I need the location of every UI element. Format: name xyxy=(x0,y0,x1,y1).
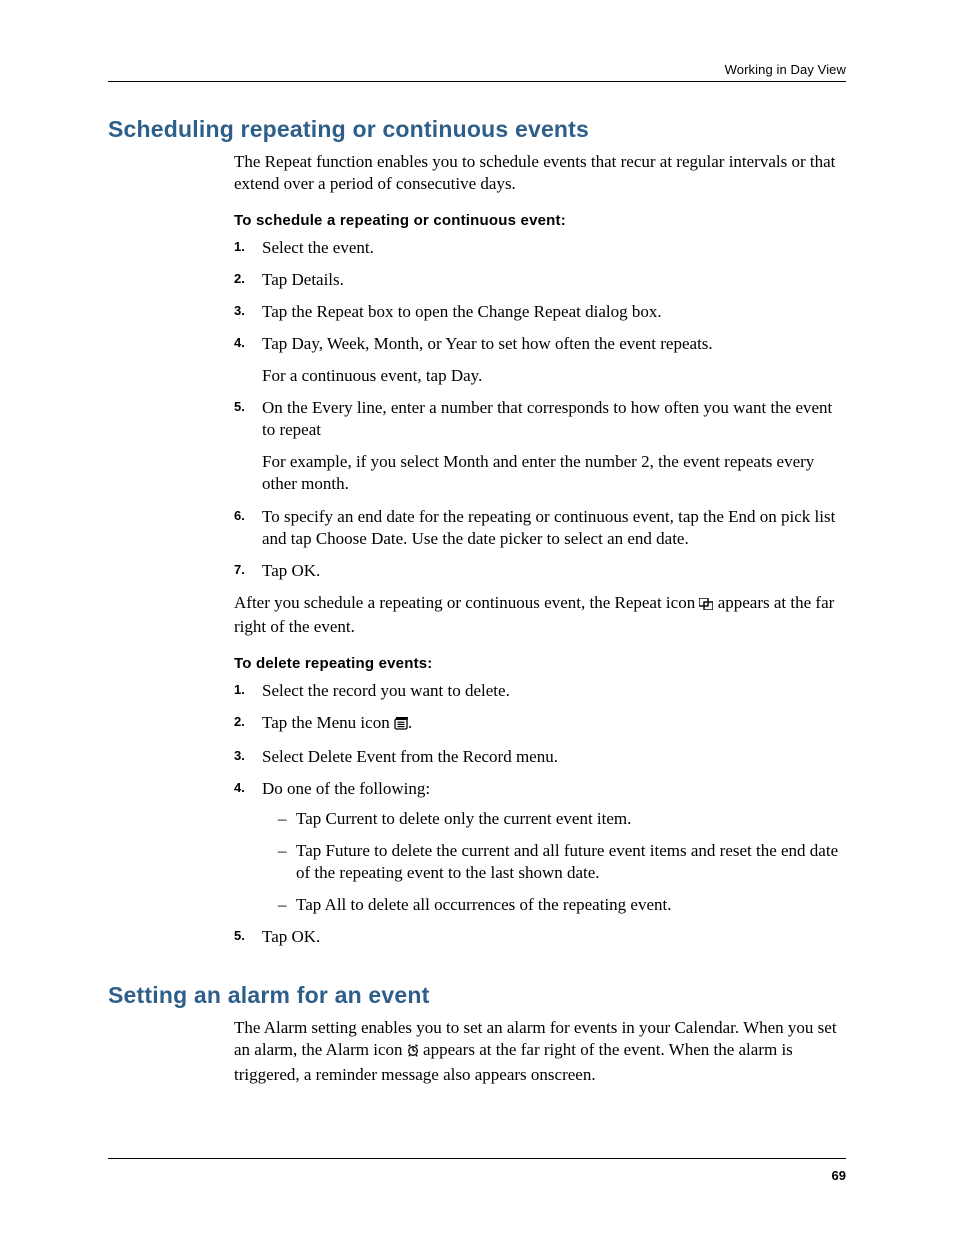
substep-text: Tap Current to delete only the current e… xyxy=(296,809,631,828)
step: On the Every line, enter a number that c… xyxy=(234,397,846,495)
steps-delete: Select the record you want to delete. Ta… xyxy=(234,680,846,949)
body-content: The Alarm setting enables you to set an … xyxy=(234,1017,846,1085)
footer-rule xyxy=(108,1158,846,1159)
section-heading-alarm: Setting an alarm for an event xyxy=(108,982,846,1009)
step: Select Delete Event from the Record menu… xyxy=(234,746,846,768)
repeat-icon xyxy=(699,594,713,616)
substep: Tap Future to delete the current and all… xyxy=(278,840,846,884)
procedure-heading-delete: To delete repeating events: xyxy=(234,654,846,674)
step: Select the record you want to delete. xyxy=(234,680,846,702)
substep-text: Tap Future to delete the current and all… xyxy=(296,841,838,882)
step-text: Tap the Menu icon xyxy=(262,713,394,732)
step-text: Tap Details. xyxy=(262,270,344,289)
substep: Tap All to delete all occurrences of the… xyxy=(278,894,846,916)
step: To specify an end date for the repeating… xyxy=(234,506,846,550)
header-text: Working in Day View xyxy=(725,62,846,77)
step-text: . xyxy=(408,713,412,732)
menu-icon xyxy=(394,714,408,736)
alarm-icon xyxy=(407,1041,419,1063)
step: Do one of the following: Tap Current to … xyxy=(234,778,846,916)
running-header: Working in Day View xyxy=(108,62,846,77)
alarm-paragraph: The Alarm setting enables you to set an … xyxy=(234,1017,846,1085)
step-note: For a continuous event, tap Day. xyxy=(262,365,846,387)
step-note: For example, if you select Month and ent… xyxy=(262,451,846,495)
substep: Tap Current to delete only the current e… xyxy=(278,808,846,830)
steps-schedule: Select the event. Tap Details. Tap the R… xyxy=(234,237,846,582)
header-rule xyxy=(108,81,846,82)
step: Select the event. xyxy=(234,237,846,259)
substeps: Tap Current to delete only the current e… xyxy=(278,808,846,916)
step-text: Select the record you want to delete. xyxy=(262,681,510,700)
step-text: Select the event. xyxy=(262,238,374,257)
step: Tap the Repeat box to open the Change Re… xyxy=(234,301,846,323)
procedure-heading-schedule: To schedule a repeating or continuous ev… xyxy=(234,211,846,231)
step-text: Tap OK. xyxy=(262,561,320,580)
step-text: Tap the Repeat box to open the Change Re… xyxy=(262,302,662,321)
text-run: After you schedule a repeating or contin… xyxy=(234,593,699,612)
step-text: On the Every line, enter a number that c… xyxy=(262,398,832,439)
body-content: The Repeat function enables you to sched… xyxy=(234,151,846,948)
substep-text: Tap All to delete all occurrences of the… xyxy=(296,895,671,914)
step: Tap Details. xyxy=(234,269,846,291)
section-heading-scheduling: Scheduling repeating or continuous event… xyxy=(108,116,846,143)
step-text: Do one of the following: xyxy=(262,779,430,798)
step-text: Tap OK. xyxy=(262,927,320,946)
after-steps-paragraph: After you schedule a repeating or contin… xyxy=(234,592,846,638)
step: Tap Day, Week, Month, or Year to set how… xyxy=(234,333,846,387)
step-text: Select Delete Event from the Record menu… xyxy=(262,747,558,766)
intro-paragraph: The Repeat function enables you to sched… xyxy=(234,151,846,195)
step: Tap the Menu icon . xyxy=(234,712,846,736)
step: Tap OK. xyxy=(234,560,846,582)
step-text: To specify an end date for the repeating… xyxy=(262,507,835,548)
step-text: Tap Day, Week, Month, or Year to set how… xyxy=(262,334,713,353)
step: Tap OK. xyxy=(234,926,846,948)
page-number: 69 xyxy=(832,1168,846,1183)
page: Working in Day View Scheduling repeating… xyxy=(0,0,954,1235)
